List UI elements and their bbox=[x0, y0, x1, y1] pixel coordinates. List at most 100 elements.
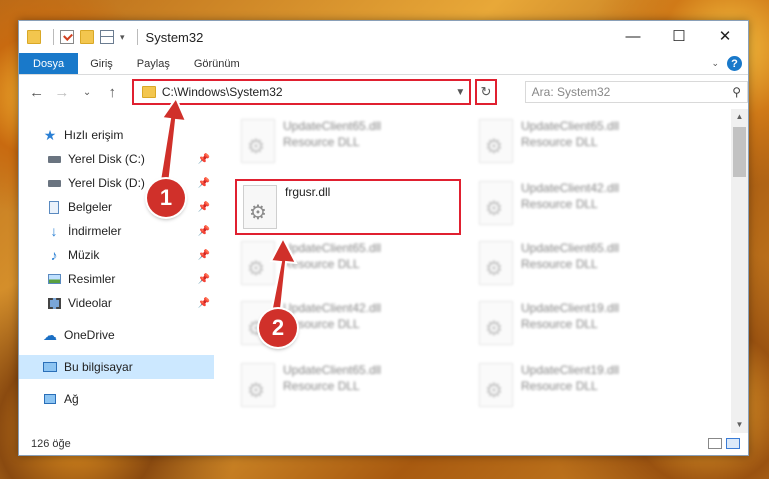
maximize-button[interactable]: ☐ bbox=[656, 21, 702, 51]
divider bbox=[53, 29, 54, 45]
file-name: UpdateClient65.dll bbox=[521, 241, 620, 255]
address-text[interactable]: C:\Windows\System32 bbox=[162, 85, 451, 99]
pin-icon[interactable]: 📌 bbox=[198, 154, 210, 165]
tab-giris[interactable]: Giriş bbox=[78, 53, 125, 74]
dll-file-icon bbox=[479, 363, 513, 407]
title-bar: ▾ System32 — ☐ ✕ bbox=[19, 21, 748, 53]
tab-gorunum[interactable]: Görünüm bbox=[182, 53, 252, 74]
file-type: Resource DLL bbox=[521, 257, 598, 271]
sidebar-item-label: OneDrive bbox=[64, 328, 115, 342]
dll-file-icon bbox=[241, 363, 275, 407]
file-name: UpdateClient65.dll bbox=[283, 241, 382, 255]
pin-icon[interactable]: 📌 bbox=[198, 178, 210, 189]
download-icon: ↓ bbox=[50, 223, 58, 239]
dll-file-icon bbox=[479, 301, 513, 345]
folder-icon bbox=[27, 30, 41, 44]
pin-icon[interactable]: 📌 bbox=[198, 250, 210, 261]
search-placeholder: Ara: System32 bbox=[531, 85, 611, 99]
minimize-button[interactable]: — bbox=[610, 21, 656, 51]
large-icons-view-icon[interactable] bbox=[726, 438, 740, 449]
file-item[interactable]: UpdateClient65.dll Resource DLL bbox=[235, 115, 461, 171]
drive-icon bbox=[47, 176, 61, 190]
step-badge-1: 1 bbox=[147, 179, 185, 217]
folder-icon bbox=[141, 86, 156, 98]
sidebar-item-local-disk-c[interactable]: Yerel Disk (C:) 📌 bbox=[19, 147, 214, 171]
dll-file-icon bbox=[479, 241, 513, 285]
file-name: UpdateClient65.dll bbox=[283, 119, 382, 133]
sidebar-item-downloads[interactable]: ↓ İndirmeler 📌 bbox=[19, 219, 214, 243]
sidebar-item-videos[interactable]: Videolar 📌 bbox=[19, 291, 214, 315]
file-item[interactable]: UpdateClient65.dll Resource DLL bbox=[473, 115, 699, 171]
back-button[interactable]: ← bbox=[27, 84, 46, 101]
file-name: UpdateClient65.dll bbox=[521, 119, 620, 133]
file-item[interactable]: UpdateClient42.dll Resource DLL bbox=[473, 177, 699, 233]
drive-icon bbox=[47, 152, 61, 166]
tab-paylas[interactable]: Paylaş bbox=[125, 53, 182, 74]
help-icon[interactable]: ? bbox=[727, 56, 742, 71]
sidebar-item-onedrive[interactable]: ☁ OneDrive bbox=[19, 323, 214, 347]
tab-dosya[interactable]: Dosya bbox=[19, 53, 79, 74]
recent-locations-button[interactable]: ⌄ bbox=[77, 87, 96, 98]
file-item[interactable]: UpdateClient65.dll Resource DLL bbox=[473, 237, 699, 293]
sidebar-item-label: Videolar bbox=[68, 296, 112, 310]
sidebar-item-this-pc[interactable]: Bu bilgisayar bbox=[19, 355, 214, 379]
file-item[interactable]: UpdateClient65.dll Resource DLL bbox=[235, 359, 461, 415]
chevron-down-icon[interactable]: ▼ bbox=[451, 87, 469, 98]
file-list: UpdateClient65.dll Resource DLL UpdateCli… bbox=[214, 109, 748, 433]
dll-file-icon bbox=[241, 241, 275, 285]
file-name: UpdateClient65.dll bbox=[283, 363, 382, 377]
sidebar-item-local-disk-d[interactable]: Yerel Disk (D:) 📌 bbox=[19, 171, 214, 195]
dll-file-icon bbox=[479, 181, 513, 225]
file-item[interactable]: UpdateClient19.dll Resource DLL bbox=[473, 297, 699, 353]
pin-icon[interactable]: 📌 bbox=[198, 202, 210, 213]
scroll-down-icon[interactable]: ▼ bbox=[731, 417, 748, 433]
explorer-window: ▾ System32 — ☐ ✕ Dosya Giriş Paylaş Görü… bbox=[18, 20, 749, 456]
dll-file-icon bbox=[479, 119, 513, 163]
file-type: Resource DLL bbox=[521, 197, 598, 211]
details-view-icon[interactable] bbox=[708, 438, 722, 449]
search-input[interactable]: Ara: System32 ⚲ bbox=[524, 81, 748, 103]
up-button[interactable]: ↑ bbox=[103, 84, 122, 101]
refresh-button[interactable]: ↻ bbox=[475, 79, 497, 105]
file-item[interactable]: UpdateClient65.dll Resource DLL bbox=[235, 237, 461, 293]
file-name: UpdateClient19.dll bbox=[521, 363, 620, 377]
file-type: Resource DLL bbox=[521, 317, 598, 331]
status-bar: 126 öğe bbox=[19, 433, 748, 455]
pin-icon[interactable]: 📌 bbox=[198, 226, 210, 237]
close-button[interactable]: ✕ bbox=[702, 21, 748, 51]
sidebar-item-music[interactable]: ♪ Müzik 📌 bbox=[19, 243, 214, 267]
file-item-frgusr[interactable]: frgusr.dll bbox=[235, 179, 461, 235]
sidebar-item-label: Resimler bbox=[68, 272, 116, 286]
sidebar-item-label: Bu bilgisayar bbox=[64, 360, 133, 374]
pictures-icon bbox=[47, 272, 61, 286]
window-title: System32 bbox=[145, 29, 204, 45]
vertical-scrollbar[interactable]: ▲ ▼ bbox=[731, 109, 748, 433]
search-icon[interactable]: ⚲ bbox=[732, 85, 741, 99]
pin-icon[interactable]: 📌 bbox=[198, 298, 210, 309]
cloud-icon: ☁ bbox=[43, 326, 57, 343]
expand-ribbon-icon[interactable]: ⌄ bbox=[711, 58, 719, 69]
address-bar[interactable]: C:\Windows\System32 ▼ bbox=[131, 79, 472, 105]
sidebar-item-network[interactable]: Ağ bbox=[19, 387, 214, 411]
item-count: 126 öğe bbox=[31, 438, 71, 450]
documents-icon bbox=[47, 200, 61, 214]
sidebar-item-quick-access[interactable]: ★ Hızlı erişim bbox=[19, 123, 214, 147]
navigation-pane: ★ Hızlı erişim Yerel Disk (C:) 📌 Yerel D… bbox=[19, 109, 214, 433]
pin-icon[interactable]: 📌 bbox=[198, 274, 210, 285]
chevron-down-icon[interactable]: ▾ bbox=[120, 32, 125, 43]
content-area: ★ Hızlı erişim Yerel Disk (C:) 📌 Yerel D… bbox=[19, 109, 748, 433]
file-name: UpdateClient19.dll bbox=[521, 301, 620, 315]
scroll-up-icon[interactable]: ▲ bbox=[731, 109, 748, 125]
file-item[interactable]: UpdateClient19.dll Resource DLL bbox=[473, 359, 699, 415]
forward-button[interactable]: → bbox=[52, 84, 71, 101]
new-folder-icon[interactable] bbox=[80, 30, 94, 44]
dll-file-icon bbox=[243, 185, 277, 229]
file-type: Resource DLL bbox=[283, 257, 360, 271]
customize-toolbar-icon[interactable] bbox=[100, 30, 114, 44]
sidebar-item-pictures[interactable]: Resimler 📌 bbox=[19, 267, 214, 291]
file-type: Resource DLL bbox=[283, 135, 360, 149]
file-type: Resource DLL bbox=[521, 135, 598, 149]
properties-check-icon[interactable] bbox=[60, 30, 74, 44]
file-name: frgusr.dll bbox=[285, 185, 331, 199]
scrollbar-thumb[interactable] bbox=[733, 127, 746, 177]
